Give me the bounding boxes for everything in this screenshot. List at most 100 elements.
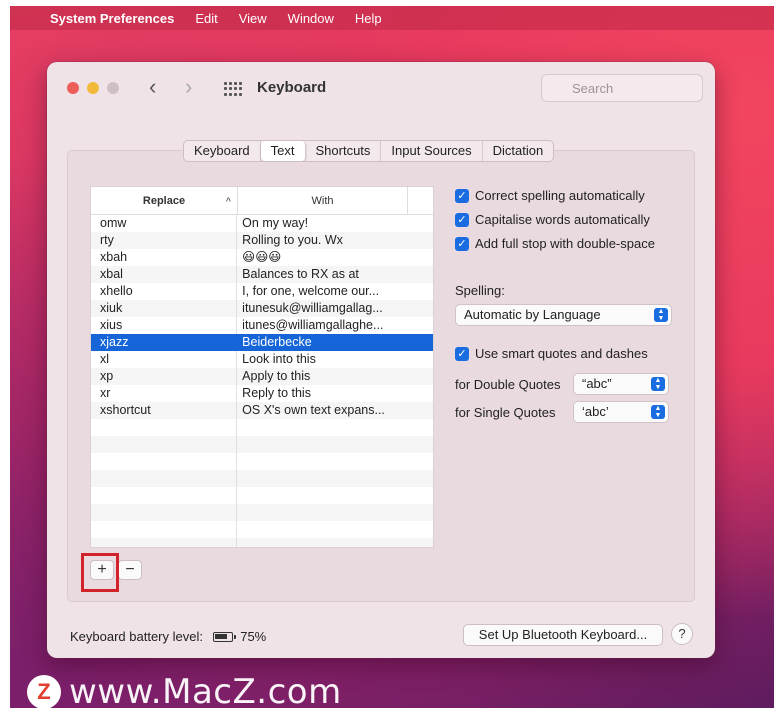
full-stop-checkbox[interactable]: ✓ [455, 236, 469, 251]
single-quotes-label: for Single Quotes [455, 405, 556, 420]
help-button[interactable]: ? [671, 623, 693, 645]
close-window-button[interactable] [67, 82, 79, 94]
column-header-with[interactable]: With [238, 187, 408, 214]
empty-row [91, 436, 433, 453]
correct-spelling-option[interactable]: ✓ Correct spelling automatically [455, 188, 645, 203]
spelling-label: Spelling: [455, 283, 505, 298]
search-input[interactable] [541, 74, 703, 102]
remove-replacement-button[interactable]: − [118, 560, 142, 580]
with-cell[interactable]: Beiderbecke [237, 334, 433, 351]
menu-help[interactable]: Help [355, 11, 382, 26]
table-row[interactable]: xhello I, for one, welcome our... [91, 283, 433, 300]
table-row[interactable]: rty Rolling to you. Wx [91, 232, 433, 249]
full-stop-option[interactable]: ✓ Add full stop with double-space [455, 236, 655, 251]
table-row[interactable]: xl Look into this [91, 351, 433, 368]
sort-ascending-icon: ^ [225, 196, 231, 206]
with-cell[interactable]: Look into this [237, 351, 433, 368]
empty-row [91, 419, 433, 436]
table-row[interactable]: xbal Balances to RX as at [91, 266, 433, 283]
empty-row [91, 470, 433, 487]
with-cell[interactable]: itunes@williamgallaghe... [237, 317, 433, 334]
capitalise-words-label: Capitalise words automatically [475, 212, 650, 227]
replace-cell[interactable]: rty [91, 232, 238, 249]
table-row[interactable]: xbah 😃😃😃 [91, 249, 433, 266]
tab-bar: Keyboard Text Shortcuts Input Sources Di… [183, 140, 555, 162]
with-cell[interactable]: On my way! [237, 215, 433, 232]
replace-cell[interactable]: xshortcut [91, 402, 238, 419]
spelling-language-value: Automatic by Language [464, 307, 601, 322]
replace-cell[interactable]: xhello [91, 283, 238, 300]
table-body: omw On my way! rty Rolling to you. Wx xbah… [91, 215, 433, 547]
battery-level: Keyboard battery level: 75% [70, 629, 266, 644]
select-arrows-icon: ▲ ▼ [654, 308, 668, 322]
replace-cell[interactable]: xp [91, 368, 238, 385]
tab-shortcuts[interactable]: Shortcuts [306, 141, 382, 161]
show-all-grid-icon[interactable] [224, 82, 242, 96]
empty-row [91, 487, 433, 504]
empty-row [91, 538, 433, 547]
select-arrows-icon: ▲ ▼ [651, 377, 665, 391]
setup-bluetooth-keyboard-button[interactable]: Set Up Bluetooth Keyboard... [463, 624, 663, 646]
single-quotes-select[interactable]: ‘abc’ ▲ ▼ [573, 401, 669, 423]
smart-quotes-checkbox[interactable]: ✓ [455, 346, 469, 361]
with-cell[interactable]: itunesuk@williamgallag... [237, 300, 433, 317]
tab-input-sources[interactable]: Input Sources [381, 141, 483, 161]
spelling-language-select[interactable]: Automatic by Language ▲ ▼ [455, 304, 672, 326]
with-cell[interactable]: I, for one, welcome our... [237, 283, 433, 300]
replace-cell[interactable]: xiuk [91, 300, 238, 317]
menu-system-preferences[interactable]: System Preferences [50, 11, 174, 26]
column-header-replace-label: Replace [142, 195, 186, 207]
empty-row [91, 521, 433, 538]
empty-row [91, 453, 433, 470]
correct-spelling-label: Correct spelling automatically [475, 188, 645, 203]
minimize-window-button[interactable] [87, 82, 99, 94]
with-cell[interactable]: 😃😃😃 [237, 249, 433, 266]
with-cell[interactable]: Apply to this [237, 368, 433, 385]
window-title: Keyboard [257, 79, 327, 96]
with-cell[interactable]: Balances to RX as at [237, 266, 433, 283]
full-stop-label: Add full stop with double-space [475, 236, 655, 251]
correct-spelling-checkbox[interactable]: ✓ [455, 188, 469, 203]
menu-edit[interactable]: Edit [195, 11, 217, 26]
table-row[interactable]: xshortcut OS X's own text expans... [91, 402, 433, 419]
tab-text[interactable]: Text [260, 141, 306, 161]
battery-level-value: 75% [240, 629, 267, 644]
keyboard-preferences-window: ‹ › Keyboard Keyboard Text Shortcuts Inp… [47, 62, 715, 658]
smart-quotes-option[interactable]: ✓ Use smart quotes and dashes [455, 346, 648, 361]
replace-cell[interactable]: omw [91, 215, 238, 232]
tab-dictation[interactable]: Dictation [483, 141, 554, 161]
replace-cell[interactable]: xjazz [91, 334, 238, 351]
replace-cell[interactable]: xl [91, 351, 238, 368]
empty-row [91, 504, 433, 521]
tab-keyboard[interactable]: Keyboard [184, 141, 261, 161]
column-header-replace[interactable]: Replace ^ [91, 187, 238, 214]
menu-window[interactable]: Window [288, 11, 334, 26]
double-quotes-label: for Double Quotes [455, 377, 561, 392]
forward-chevron-icon[interactable]: › [185, 75, 192, 99]
table-header: Replace ^ With [91, 187, 433, 215]
table-row[interactable]: omw On my way! [91, 215, 433, 232]
with-cell[interactable]: Rolling to you. Wx [237, 232, 433, 249]
with-cell[interactable]: Reply to this [237, 385, 433, 402]
replace-cell[interactable]: xbal [91, 266, 238, 283]
text-replacement-table[interactable]: Replace ^ With omw On my way! rty Rolling … [90, 186, 434, 548]
capitalise-words-option[interactable]: ✓ Capitalise words automatically [455, 212, 650, 227]
capitalise-words-checkbox[interactable]: ✓ [455, 212, 469, 227]
menu-bar: System Preferences Edit View Window Help [10, 6, 774, 30]
with-cell[interactable]: OS X's own text expans... [237, 402, 433, 419]
back-chevron-icon[interactable]: ‹ [149, 75, 156, 99]
replace-cell[interactable]: xius [91, 317, 238, 334]
replace-cell[interactable]: xr [91, 385, 238, 402]
table-row[interactable]: xiuk itunesuk@williamgallag... [91, 300, 433, 317]
table-row[interactable]: xr Reply to this [91, 385, 433, 402]
table-row[interactable]: xius itunes@williamgallaghe... [91, 317, 433, 334]
smart-quotes-label: Use smart quotes and dashes [475, 346, 648, 361]
table-row-selected[interactable]: xjazz Beiderbecke [91, 334, 433, 351]
menu-view[interactable]: View [239, 11, 267, 26]
add-replacement-button[interactable]: + [90, 560, 114, 580]
double-quotes-select[interactable]: “abc” ▲ ▼ [573, 373, 669, 395]
zoom-window-button[interactable] [107, 82, 119, 94]
replace-cell[interactable]: xbah [91, 249, 238, 266]
table-row[interactable]: xp Apply to this [91, 368, 433, 385]
watermark: Z www.MacZ.com [27, 672, 342, 708]
